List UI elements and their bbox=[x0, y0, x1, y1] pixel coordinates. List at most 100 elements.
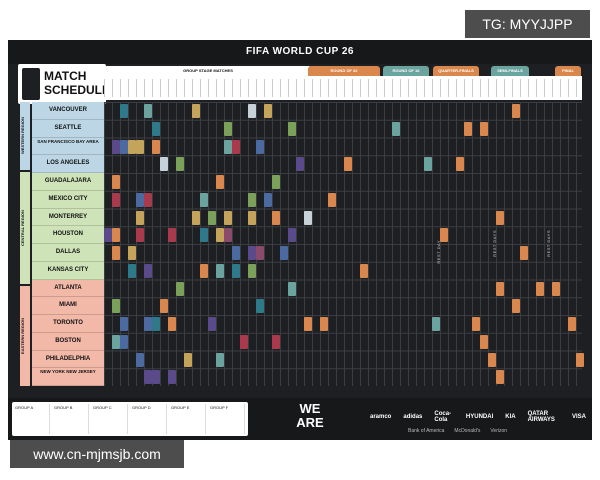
stage-sf: SEMI-FINALS bbox=[491, 66, 529, 76]
match-cell bbox=[144, 263, 152, 278]
knockout-cell bbox=[328, 192, 336, 207]
group-box: GROUP B bbox=[53, 404, 89, 434]
match-cell bbox=[304, 210, 312, 225]
match-cell bbox=[112, 246, 120, 260]
match-cell bbox=[240, 334, 248, 349]
match-cell bbox=[152, 370, 160, 385]
match-cell bbox=[208, 317, 216, 331]
match-cell bbox=[136, 352, 144, 367]
watermark-top: TG: MYYJJPP bbox=[465, 10, 590, 38]
city-seattle: SEATTLE bbox=[32, 119, 104, 138]
match-cell bbox=[224, 228, 232, 243]
match-cell bbox=[296, 157, 304, 172]
match-cell bbox=[280, 246, 288, 260]
match-cell bbox=[168, 317, 176, 331]
match-cell bbox=[144, 104, 152, 118]
match-cell bbox=[120, 334, 128, 349]
rest-days-label: REST DAYS bbox=[492, 230, 497, 257]
match-cell bbox=[200, 192, 208, 207]
date-tick bbox=[456, 79, 462, 97]
match-cell bbox=[288, 121, 296, 136]
city-houston: HOUSTON bbox=[32, 226, 104, 244]
match-cell bbox=[120, 139, 128, 154]
match-cell bbox=[304, 317, 312, 331]
knockout-cell bbox=[552, 281, 560, 296]
match-cell bbox=[192, 210, 200, 225]
match-cell bbox=[160, 299, 168, 314]
date-tick bbox=[128, 79, 134, 97]
match-schedule-poster: FIFA WORLD CUP 26 MATCH SCHEDULE GROUP S… bbox=[8, 40, 592, 440]
match-cell bbox=[136, 139, 144, 154]
match-cell bbox=[144, 317, 152, 331]
match-cell bbox=[200, 263, 208, 278]
match-schedule-logo: MATCH SCHEDULE bbox=[18, 64, 110, 104]
knockout-cell bbox=[320, 317, 328, 331]
date-tick bbox=[408, 79, 414, 97]
date-tick bbox=[400, 79, 406, 97]
date-tick bbox=[536, 79, 542, 97]
match-cell bbox=[216, 175, 224, 189]
match-cell bbox=[256, 299, 264, 314]
knockout-cell bbox=[576, 352, 584, 367]
knockout-cell bbox=[392, 121, 400, 136]
rest-days-label-2: REST DAYS bbox=[546, 230, 551, 257]
stage-r16: ROUND OF 16 bbox=[383, 66, 429, 76]
match-cell bbox=[256, 246, 264, 260]
date-tick bbox=[104, 79, 110, 97]
bottom-bar: GROUP A GROUP B GROUP C GROUP D GROUP E GROUP… bbox=[8, 398, 592, 440]
knockout-cell bbox=[344, 157, 352, 172]
date-tick bbox=[320, 79, 326, 97]
match-cell bbox=[232, 263, 240, 278]
date-tick bbox=[480, 79, 486, 97]
knockout-cell bbox=[360, 263, 368, 278]
match-cell bbox=[216, 352, 224, 367]
date-tick bbox=[544, 79, 550, 97]
sponsor-logo: QATAR AIRWAYS bbox=[527, 411, 555, 423]
supporter-logo: Bank of America bbox=[408, 428, 445, 434]
group-box: GROUP D bbox=[131, 404, 167, 434]
city-miami: MIAMI bbox=[32, 297, 104, 315]
poster-title: FIFA WORLD CUP 26 bbox=[246, 46, 354, 57]
date-tick bbox=[256, 79, 262, 97]
match-cell bbox=[168, 370, 176, 385]
knockout-cell bbox=[496, 281, 504, 296]
match-cell bbox=[112, 228, 120, 243]
match-cell bbox=[120, 104, 128, 118]
date-tick bbox=[112, 79, 118, 97]
match-cell bbox=[264, 192, 272, 207]
group-box: GROUP C bbox=[92, 404, 128, 434]
date-tick bbox=[376, 79, 382, 97]
date-tick bbox=[560, 79, 566, 97]
knockout-cell bbox=[488, 352, 496, 367]
match-cell bbox=[136, 228, 144, 243]
date-tick bbox=[472, 79, 478, 97]
match-cell bbox=[192, 104, 200, 118]
date-tick bbox=[136, 79, 142, 97]
date-tick bbox=[232, 79, 238, 97]
date-tick bbox=[464, 79, 470, 97]
sponsors-row-1: aramco adidas Coca-Cola HYUNDAI KIA QATAR AIR… bbox=[370, 410, 586, 424]
knockout-cell bbox=[424, 157, 432, 172]
knockout-cell bbox=[520, 246, 528, 260]
match-cell bbox=[136, 210, 144, 225]
city-vancouver: VANCOUVER bbox=[32, 102, 104, 120]
date-tick bbox=[424, 79, 430, 97]
city-toronto: TORONTO bbox=[32, 315, 104, 333]
date-tick bbox=[192, 79, 198, 97]
supporter-logo: McDonald's bbox=[454, 428, 481, 434]
match-cell bbox=[248, 192, 256, 207]
date-tick bbox=[264, 79, 270, 97]
match-cell bbox=[144, 370, 152, 385]
match-cell bbox=[104, 228, 112, 243]
knockout-cell bbox=[472, 317, 480, 331]
match-cell bbox=[224, 121, 232, 136]
date-tick bbox=[312, 79, 318, 97]
date-tick bbox=[392, 79, 398, 97]
date-tick bbox=[528, 79, 534, 97]
date-tick bbox=[448, 79, 454, 97]
match-cell bbox=[136, 192, 144, 207]
city-monterrey: MONTERREY bbox=[32, 208, 104, 227]
knockout-cell bbox=[536, 281, 544, 296]
match-cell bbox=[112, 334, 120, 349]
match-cell bbox=[224, 210, 232, 225]
